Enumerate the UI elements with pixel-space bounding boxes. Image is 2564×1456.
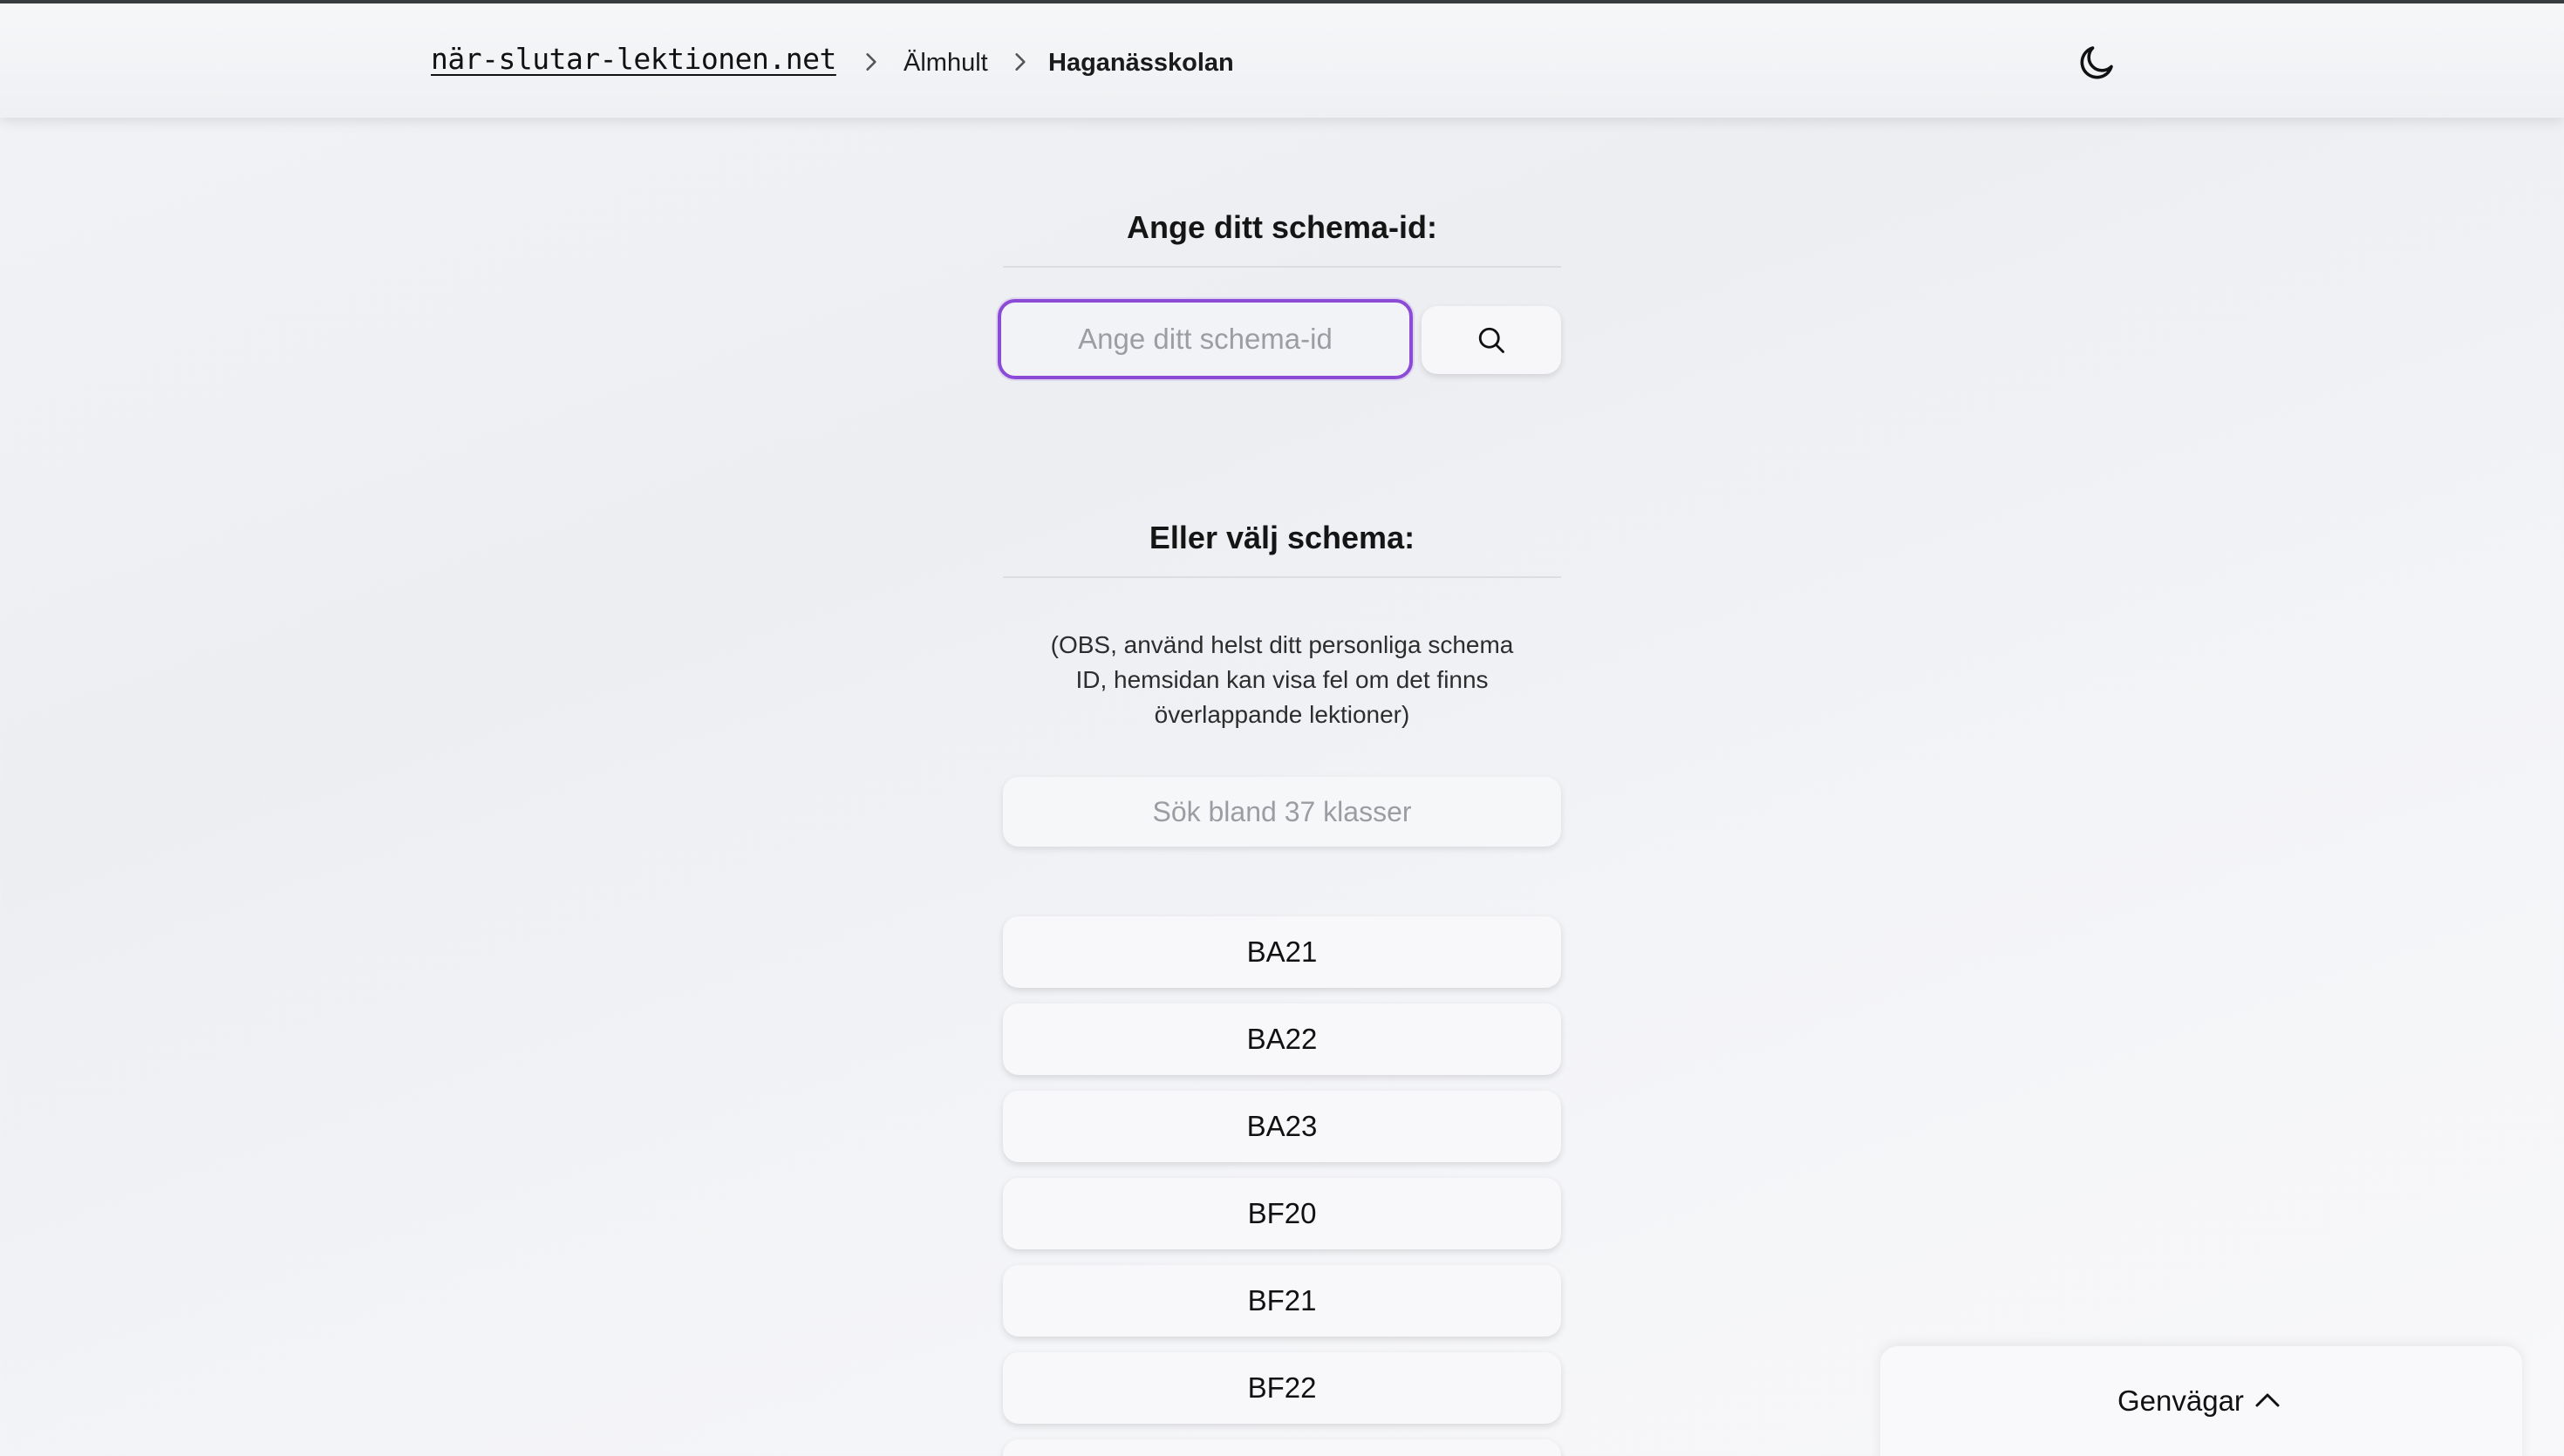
breadcrumb-chevron-icon (1009, 51, 1032, 73)
breadcrumb-haganasskolan[interactable]: Haganässkolan (1048, 49, 1234, 78)
dark-mode-toggle-moon-icon[interactable] (2076, 42, 2117, 84)
class-button-bf20[interactable]: BF20 (1003, 1178, 1561, 1249)
search-icon (1478, 327, 1504, 353)
chevron-up-icon (2254, 1390, 2281, 1415)
overlap-warning-note: (OBS, använd helst ditt personliga schem… (1050, 631, 1514, 728)
search-button[interactable] (1422, 306, 1561, 374)
divider (1003, 266, 1561, 268)
divider (1003, 576, 1561, 578)
shortcuts-panel-toggle[interactable]: Genvägar (1880, 1346, 2522, 1456)
schema-id-heading: Ange ditt schema-id: (1126, 209, 1438, 245)
breadcrumb-almhult[interactable]: Älmhult (904, 49, 988, 78)
schema-id-input[interactable] (998, 299, 1413, 379)
class-list: BA21 BA22 BA23 BF20 BF21 BF22 (1003, 916, 1561, 1456)
choose-schedule-heading: Eller välj schema: (1149, 520, 1415, 555)
top-nav-bar: när-slutar-lektionen.net Älmhult Haganäs… (0, 3, 2564, 118)
class-button-ba22[interactable]: BA22 (1003, 1004, 1561, 1075)
class-button-bf22[interactable]: BF22 (1003, 1352, 1561, 1424)
breadcrumb-chevron-icon (860, 51, 883, 73)
class-button-ba23[interactable]: BA23 (1003, 1091, 1561, 1162)
site-home-link[interactable]: när-slutar-lektionen.net (431, 42, 836, 76)
class-button-partial[interactable] (1003, 1439, 1561, 1456)
class-button-bf21[interactable]: BF21 (1003, 1265, 1561, 1337)
class-filter-input[interactable] (1003, 777, 1561, 847)
class-button-ba21[interactable]: BA21 (1003, 916, 1561, 988)
shortcuts-label: Genvägar (2117, 1385, 2244, 1417)
